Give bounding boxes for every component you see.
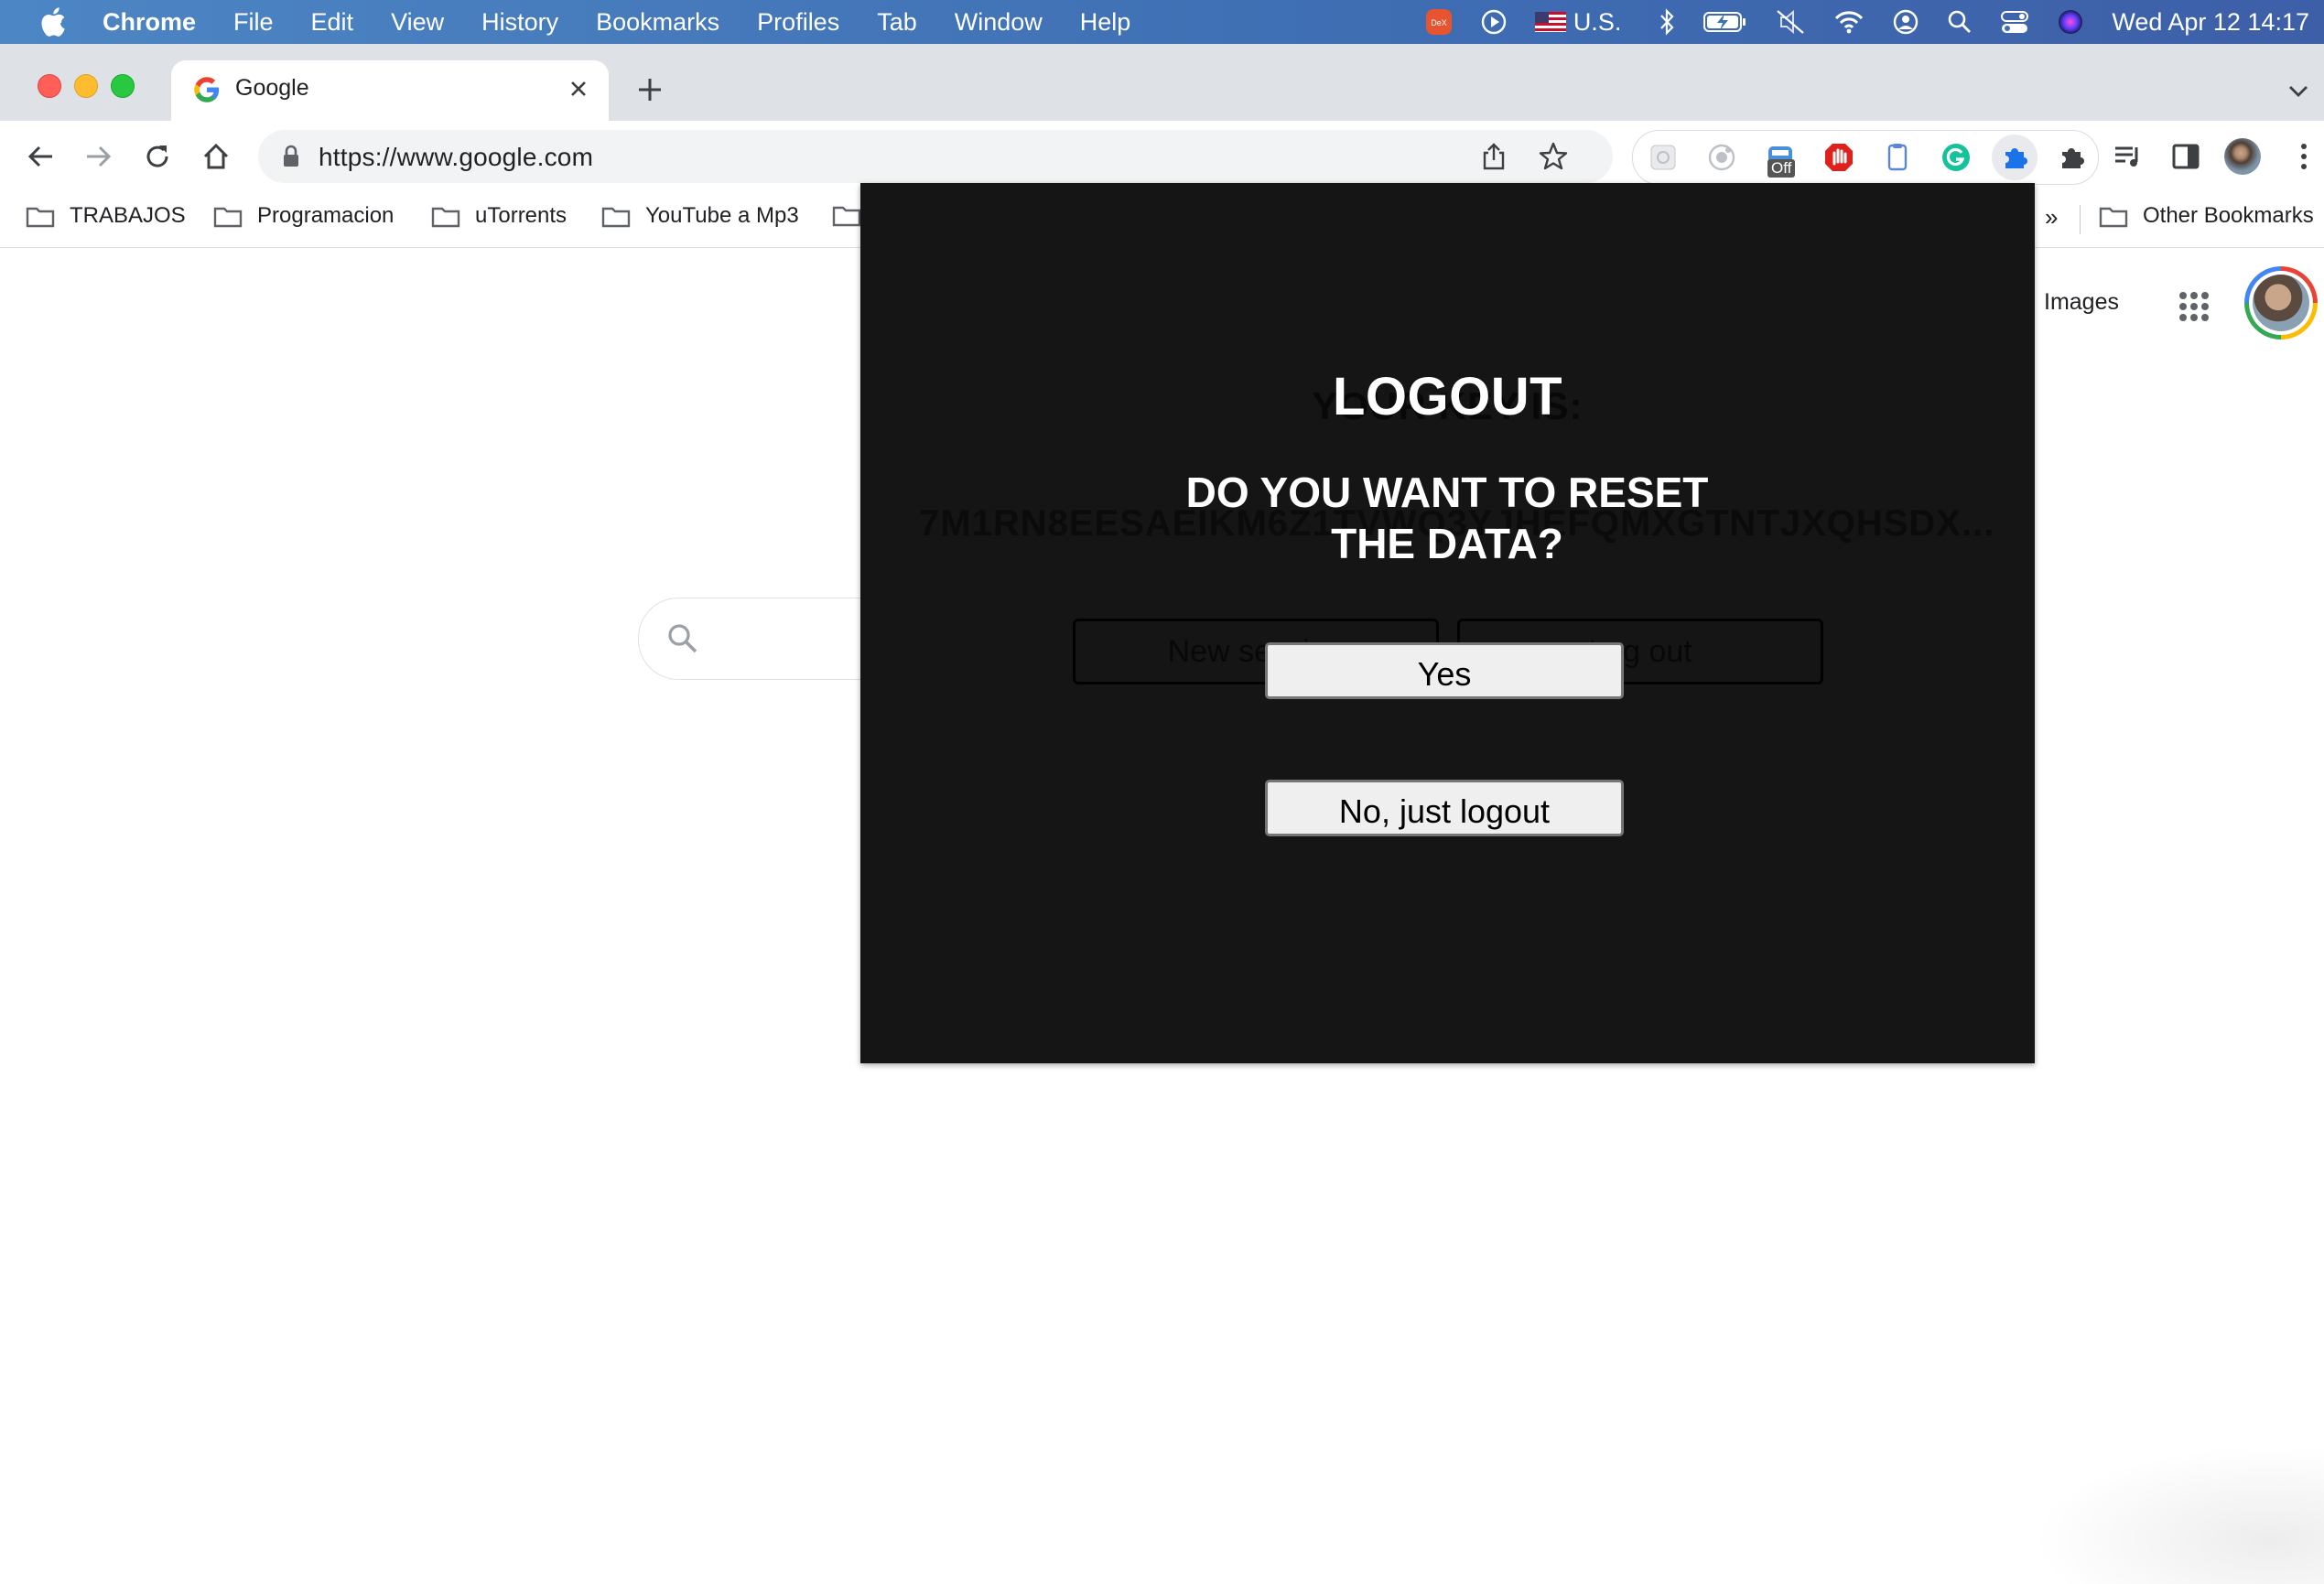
google-images-link[interactable]: Images	[2044, 289, 2119, 316]
bookmark-folder-trabajos[interactable]: TRABAJOS	[26, 203, 186, 229]
share-icon[interactable]	[1479, 142, 1508, 171]
tab-close-icon[interactable]	[563, 73, 594, 104]
bookmark-folder-youtube-a-mp3[interactable]: YouTube a Mp3	[601, 203, 799, 229]
window-zoom-button[interactable]	[111, 74, 135, 98]
folder-icon	[26, 207, 55, 228]
spotlight-search-icon[interactable]	[1947, 9, 1973, 35]
tab-search-chevron-down-icon[interactable]	[2282, 75, 2315, 108]
side-panel-icon[interactable]	[2166, 136, 2206, 177]
menu-file[interactable]: File	[233, 8, 274, 37]
google-apps-grid-icon[interactable]	[2172, 285, 2216, 329]
menu-profiles[interactable]: Profiles	[757, 8, 839, 37]
folder-icon	[2099, 207, 2128, 228]
chrome-menu-kebab-icon[interactable]	[2284, 136, 2324, 177]
svg-text:DeX: DeX	[1431, 18, 1447, 27]
search-icon	[668, 624, 697, 653]
menu-history[interactable]: History	[481, 8, 558, 37]
bookmark-folder-other[interactable]: Other Bookmarks	[2099, 203, 2314, 229]
bookmark-star-icon[interactable]	[1538, 141, 1569, 172]
extensions-menu-puzzle-icon[interactable]	[2056, 142, 2087, 173]
extensions-bar	[1632, 130, 2099, 185]
bookmark-label: uTorrents	[475, 203, 567, 228]
extension-camera-icon[interactable]	[1706, 142, 1737, 173]
battery-charging-icon[interactable]	[1703, 10, 1747, 34]
bookmark-label: TRABAJOS	[70, 203, 186, 228]
bookmark-folder-programacion[interactable]: Programacion	[213, 203, 394, 229]
question-line-2: THE DATA?	[1331, 520, 1563, 567]
menubar-status-area: DeX U.S. Wed Apr 12 14:17	[1425, 0, 2324, 44]
bookmarks-overflow-chevron[interactable]: »	[2045, 203, 2058, 232]
new-tab-plus-icon[interactable]	[632, 71, 668, 108]
user-account-icon[interactable]	[1892, 8, 1919, 36]
question-line-1: DO YOU WANT TO RESET	[1185, 469, 1709, 516]
mute-bell-icon[interactable]	[1775, 8, 1806, 36]
browser-tab-strip: Google	[0, 44, 2324, 121]
tab-google[interactable]: Google	[171, 60, 609, 121]
keyboard-layout-label[interactable]: U.S.	[1573, 8, 1622, 37]
reset-data-question: DO YOU WANT TO RESET THE DATA?	[1173, 467, 1722, 569]
folder-icon	[213, 207, 243, 228]
menu-view[interactable]: View	[391, 8, 444, 37]
menu-bookmarks[interactable]: Bookmarks	[596, 8, 719, 37]
no-just-logout-button[interactable]: No, just logout	[1265, 780, 1624, 836]
bluetooth-icon[interactable]	[1658, 8, 1676, 36]
wifi-icon[interactable]	[1833, 9, 1865, 35]
back-arrow-icon[interactable]	[20, 136, 60, 177]
menu-help[interactable]: Help	[1080, 8, 1131, 37]
deepl-icon[interactable]: DeX	[1425, 8, 1453, 36]
tab-title: Google	[235, 75, 309, 101]
forward-arrow-icon[interactable]	[79, 136, 119, 177]
menu-edit[interactable]: Edit	[311, 8, 354, 37]
menubar-clock[interactable]: Wed Apr 12 14:17	[2112, 8, 2309, 37]
window-close-button[interactable]	[38, 74, 61, 98]
lock-icon[interactable]	[278, 144, 304, 169]
media-queue-icon[interactable]	[2107, 136, 2147, 177]
adblock-stop-hand-icon[interactable]	[1823, 142, 1854, 173]
browser-toolbar: https://www.google.com	[0, 121, 2324, 192]
control-center-icon[interactable]	[2000, 9, 2029, 35]
folder-icon	[601, 207, 631, 228]
profile-avatar[interactable]	[2222, 136, 2263, 177]
home-icon[interactable]	[196, 136, 236, 177]
extension-grid-icon[interactable]	[1648, 142, 1679, 173]
bookmark-folder-utorrents[interactable]: uTorrents	[431, 203, 567, 229]
siri-icon[interactable]	[2057, 8, 2084, 36]
extension-off-badge: Off	[1767, 159, 1796, 178]
bookmark-label: Other Bookmarks	[2143, 203, 2314, 228]
window-minimize-button[interactable]	[74, 74, 98, 98]
extension-clipboard-icon[interactable]	[1882, 142, 1913, 173]
play-circle-icon[interactable]	[1480, 8, 1508, 36]
yes-reset-button[interactable]: Yes	[1265, 642, 1624, 699]
macos-menu-bar: Chrome File Edit View History Bookmarks …	[0, 0, 2324, 44]
bookmark-label: Programacion	[257, 203, 395, 228]
menu-tab[interactable]: Tab	[877, 8, 917, 37]
decorative-shadow	[2014, 1438, 2324, 1584]
bookmark-label: YouTube a Mp3	[645, 203, 799, 228]
grammarly-icon[interactable]	[1940, 142, 1972, 173]
menu-window[interactable]: Window	[955, 8, 1043, 37]
extension-puzzle-active-icon[interactable]	[1992, 135, 2038, 180]
bookmarks-divider	[2080, 205, 2081, 234]
google-account-avatar[interactable]	[2244, 266, 2318, 339]
extension-popup: YOUR KEY IS: 7M1RN8EESAEIKM6Z1TVWQ3YJHEF…	[860, 183, 2035, 1063]
address-bar[interactable]: https://www.google.com	[258, 130, 1613, 183]
us-flag-icon[interactable]	[1534, 12, 1566, 32]
folder-icon	[431, 207, 460, 228]
url-text[interactable]: https://www.google.com	[319, 143, 593, 172]
menu-app-name[interactable]: Chrome	[103, 8, 196, 37]
apple-logo-icon[interactable]	[35, 4, 71, 40]
folder-icon	[832, 206, 861, 227]
google-favicon-icon	[194, 77, 220, 102]
reload-icon[interactable]	[137, 136, 178, 177]
logout-title: LOGOUT	[1332, 367, 1563, 426]
